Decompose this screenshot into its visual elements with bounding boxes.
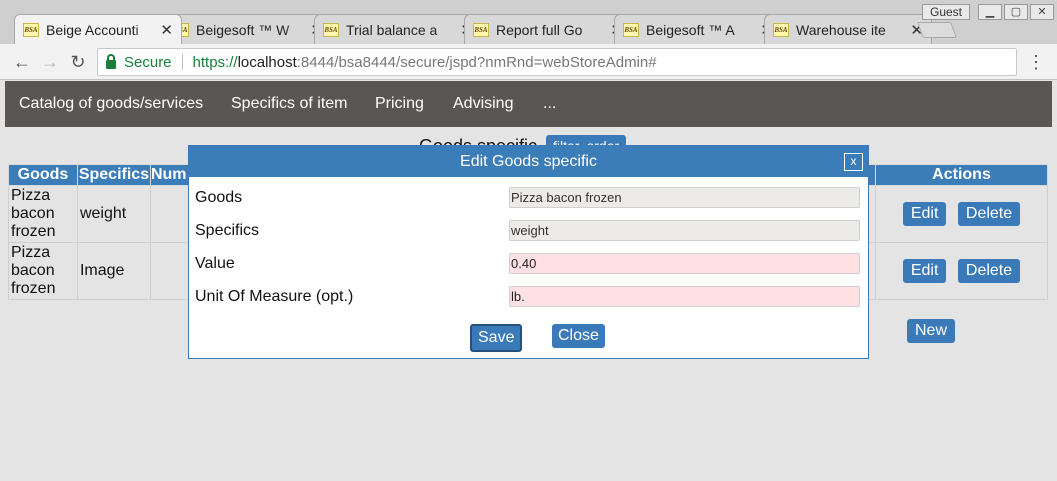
dialog-close-icon[interactable]: x (844, 153, 863, 171)
field-label: Value (195, 255, 235, 272)
bsa-favicon-icon: BSA (773, 22, 789, 37)
divider (181, 54, 183, 70)
cell-specifics: Image (76, 242, 151, 300)
cell-goods: Pizza bacon frozen (8, 242, 78, 300)
edit-goods-specific-dialog: Edit Goods specific x Goods Specifics Va… (188, 145, 869, 359)
save-button[interactable]: Save (470, 324, 523, 352)
bsa-favicon-icon: BSA (323, 22, 339, 37)
edit-button[interactable]: Edit (902, 202, 947, 226)
tab-title: Report full Go (496, 21, 583, 38)
app-nav-bar: Catalog of goods/services Specifics of i… (5, 81, 1052, 127)
cell-goods: Pizza bacon frozen (8, 185, 78, 243)
browser-tab[interactable]: BSA Report full Go ✕ (464, 14, 632, 44)
new-tab-button[interactable] (917, 22, 957, 38)
browser-tabstrip: BSA Beige Accounti ✕ BSA Beigesoft ™ W ✕… (0, 0, 1057, 44)
field-row-unit: Unit Of Measure (opt.) (195, 286, 860, 308)
delete-button[interactable]: Delete (957, 202, 1021, 226)
cell-actions: Edit Delete (875, 242, 1048, 300)
bsa-favicon-icon: BSA (23, 22, 39, 37)
tab-title: Beigesoft ™ W (196, 21, 290, 38)
field-label: Specifics (195, 222, 260, 239)
nav-item-specifics[interactable]: Specifics of item (231, 95, 347, 113)
cell-specifics: weight (76, 185, 151, 243)
bsa-favicon-icon: BSA (473, 22, 489, 37)
cell-actions: Edit Delete (875, 185, 1048, 243)
tab-title: Beige Accounti (46, 21, 139, 38)
value-field[interactable] (509, 253, 860, 274)
minimize-icon[interactable]: ▁ (978, 4, 1002, 20)
tab-close-icon[interactable]: ✕ (160, 21, 173, 39)
browser-tab[interactable]: BSA Warehouse ite ✕ (764, 14, 932, 44)
tab-title: Warehouse ite (796, 21, 886, 38)
address-bar[interactable]: Secure https:// localhost :8444/bsa8444/… (97, 48, 1017, 76)
dialog-header: Edit Goods specific x (189, 146, 868, 177)
field-row-specifics: Specifics (195, 220, 860, 242)
column-header-specifics[interactable]: Specifics (76, 164, 151, 186)
browser-tab[interactable]: BSA Beige Accounti ✕ (14, 14, 182, 44)
back-arrow-icon[interactable]: ← (10, 50, 34, 74)
url-host: localhost (237, 53, 297, 71)
browser-toolbar: ← → ↻ Secure https:// localhost :8444/bs… (0, 44, 1057, 80)
lock-icon (106, 53, 116, 69)
edit-button[interactable]: Edit (902, 259, 947, 283)
new-button[interactable]: New (907, 319, 956, 343)
close-button[interactable]: Close (552, 324, 605, 348)
field-row-value: Value (195, 253, 860, 275)
nav-item-pricing[interactable]: Pricing (375, 95, 424, 113)
browser-tab[interactable]: BSA Beigesoft ™ W ✕ (164, 14, 332, 44)
field-label: Goods (195, 189, 243, 206)
forward-arrow-icon[interactable]: → (38, 50, 62, 74)
secure-label: Secure (124, 53, 172, 71)
column-header-goods[interactable]: Goods (8, 164, 78, 186)
guest-profile-button[interactable]: Guest (922, 4, 970, 20)
nav-item-more[interactable]: ... (543, 95, 556, 113)
field-label: Unit Of Measure (opt.) (195, 288, 354, 305)
tab-title: Beigesoft ™ A (646, 21, 735, 38)
nav-item-catalog[interactable]: Catalog of goods/services (19, 95, 203, 113)
url-path: :8444/bsa8444/secure/jspd?nmRnd=webStore… (296, 53, 657, 71)
column-header-actions: Actions (875, 164, 1048, 186)
url-scheme: https:// (192, 53, 238, 71)
delete-button[interactable]: Delete (957, 259, 1021, 283)
reload-icon[interactable]: ↻ (66, 50, 90, 74)
maximize-icon[interactable]: ▢ (1004, 4, 1028, 20)
goods-field[interactable] (509, 187, 860, 208)
tab-title: Trial balance a (346, 21, 438, 38)
browser-menu-icon[interactable]: ⋮ (1027, 52, 1045, 73)
browser-tab[interactable]: BSA Beigesoft ™ A ✕ (614, 14, 782, 44)
specifics-field[interactable] (509, 220, 860, 241)
dialog-title: Edit Goods specific (460, 153, 597, 170)
nav-item-advising[interactable]: Advising (453, 95, 513, 113)
bsa-favicon-icon: BSA (623, 22, 639, 37)
unit-of-measure-field[interactable] (509, 286, 860, 307)
window-close-icon[interactable]: ✕ (1030, 4, 1054, 20)
browser-tab[interactable]: BSA Trial balance a ✕ (314, 14, 482, 44)
field-row-goods: Goods (195, 187, 860, 209)
